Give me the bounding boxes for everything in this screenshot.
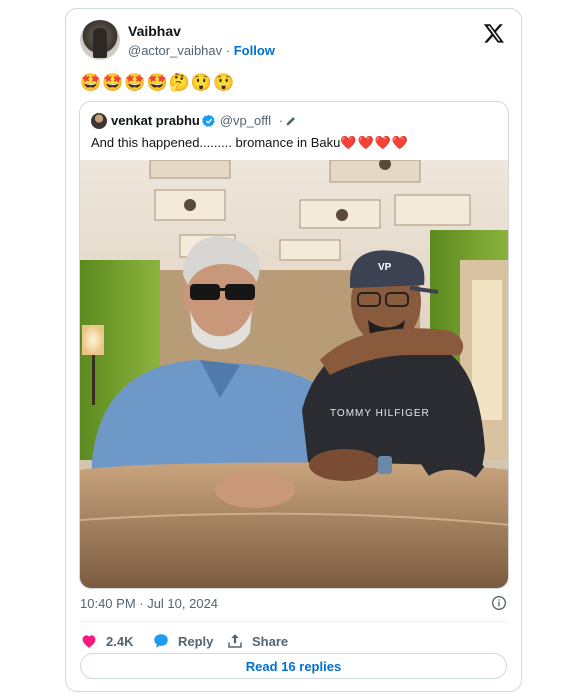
- quoted-hearts: ❤️❤️❤️❤️: [340, 135, 410, 150]
- like-count: 2.4K: [106, 633, 134, 649]
- x-logo-icon[interactable]: [483, 22, 505, 44]
- post-timestamp[interactable]: 10:40 PM · Jul 10, 2024: [80, 596, 218, 611]
- reply-label: Reply: [178, 633, 214, 649]
- share-icon: [228, 634, 242, 648]
- embedded-post-card: Vaibhav @actor_vaibhav · Follow 🤩🤩🤩🤩🤔😲😲 …: [65, 8, 522, 692]
- verified-badge-icon: [201, 114, 215, 127]
- author-name[interactable]: Vaibhav: [128, 23, 181, 39]
- author-handle[interactable]: @actor_vaibhav: [128, 43, 222, 58]
- heart-icon: [82, 635, 96, 648]
- info-icon[interactable]: [491, 595, 507, 611]
- follow-button[interactable]: Follow: [234, 43, 275, 58]
- share-label: Share: [252, 633, 289, 649]
- quoted-handle: @vp_offl: [219, 113, 272, 129]
- edited-pencil-icon: [286, 116, 295, 126]
- quoted-name: venkat prabhu: [111, 113, 200, 129]
- author-avatar[interactable]: [80, 20, 120, 60]
- quoted-post[interactable]: venkat prabhu @vp_offl · And this happene…: [79, 101, 509, 589]
- post-photo[interactable]: VP TOMMY HILFIGER: [80, 160, 509, 589]
- reply-button[interactable]: Reply: [152, 630, 213, 652]
- reply-bubble-icon: [154, 634, 168, 648]
- post-text: 🤩🤩🤩🤩🤔😲😲: [80, 73, 236, 92]
- svg-text:TOMMY HILFIGER: TOMMY HILFIGER: [330, 408, 430, 419]
- author-handle-line: @actor_vaibhav · Follow: [128, 43, 275, 58]
- handle-separator: ·: [225, 43, 231, 58]
- quoted-header: venkat prabhu @vp_offl ·: [91, 112, 297, 132]
- avatar-figure: [93, 28, 107, 58]
- quoted-text-line: And this happened......... bromance in B…: [91, 135, 409, 151]
- quoted-separator: ·: [278, 113, 284, 129]
- like-button[interactable]: 2.4K: [80, 630, 133, 652]
- quoted-text: And this happened......... bromance in B…: [91, 135, 341, 150]
- quoted-avatar: [91, 112, 107, 129]
- post-header: Vaibhav @actor_vaibhav · Follow: [80, 20, 507, 64]
- divider: [80, 621, 507, 622]
- svg-text:VP: VP: [378, 262, 392, 273]
- share-button[interactable]: Share: [226, 630, 288, 652]
- read-replies-button[interactable]: Read 16 replies: [80, 653, 507, 679]
